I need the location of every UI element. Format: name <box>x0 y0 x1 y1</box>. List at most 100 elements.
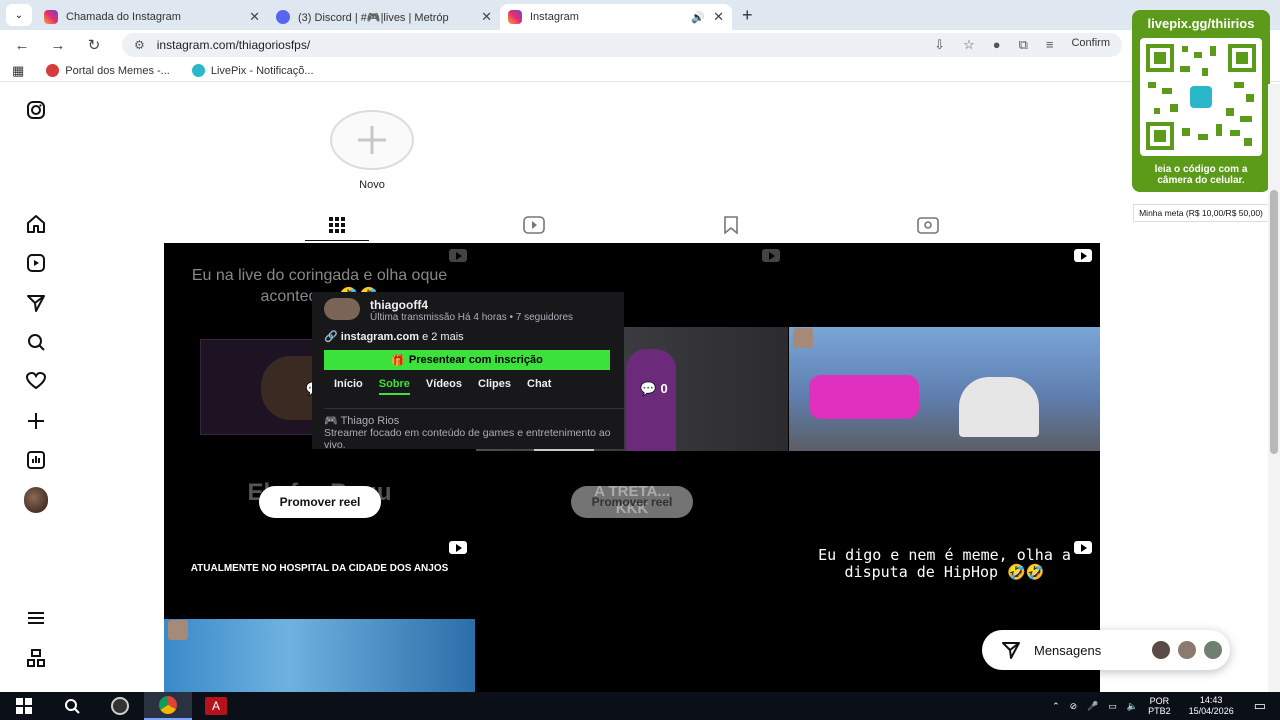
channel-nav-videos[interactable]: Vídeos <box>426 378 462 395</box>
instagram-sidebar <box>0 84 72 692</box>
promote-reel-button[interactable]: Promover reel <box>259 486 381 518</box>
reel-type-icon <box>1074 249 1092 262</box>
site-info-icon[interactable]: ⚙ <box>134 38 145 52</box>
input-language[interactable]: POR PTB2 <box>1148 696 1171 716</box>
scrollbar-thumb[interactable] <box>1270 190 1278 454</box>
channel-nav-sobre[interactable]: Sobre <box>378 378 410 395</box>
app-red-icon[interactable]: A <box>192 692 240 720</box>
tab-title: Chamada do Instagram <box>66 11 181 23</box>
livepix-qr-overlay: livepix.gg/thiirios leia o código com a … <box>1132 10 1270 192</box>
saved-tab-icon[interactable] <box>722 216 740 239</box>
clock[interactable]: 14:43 15/04/2026 <box>1189 695 1234 717</box>
channel-nav-chat[interactable]: Chat <box>527 378 551 395</box>
link-text: instagram.com <box>340 331 420 343</box>
tab-search-button[interactable]: ⌄ <box>6 4 32 26</box>
bookmark-star-icon[interactable]: ☆ <box>963 37 975 53</box>
extension-color-icon[interactable]: ● <box>993 37 1001 53</box>
reload-icon[interactable]: ↻ <box>76 36 112 54</box>
bookmark-item[interactable]: Portal dos Memes -... <box>46 64 170 77</box>
apps-grid-icon[interactable]: ▦ <box>12 63 24 79</box>
address-bar-row: ← → ↻ ⚙ instagram.com/thiagoriosfps/ ⇩ ☆… <box>0 30 1280 60</box>
network-icon[interactable]: ⊘ <box>1070 701 1078 712</box>
instagram-favicon-icon <box>44 10 58 24</box>
reading-list-icon[interactable]: ≡ <box>1046 37 1054 53</box>
message-avatar <box>1202 639 1224 661</box>
portal-favicon-icon <box>46 64 60 77</box>
tagged-tab-icon[interactable] <box>917 216 939 239</box>
reel-post[interactable] <box>789 243 1100 534</box>
tray-chevron-icon[interactable]: ⌃ <box>1052 701 1060 712</box>
instagram-favicon-icon <box>508 10 522 24</box>
search-icon[interactable] <box>48 692 96 720</box>
browser-tab-strip: ⌄ Chamada do Instagram ✕ (3) Discord | #… <box>0 0 1280 30</box>
profile-tabs <box>164 208 1100 242</box>
url-bar[interactable]: ⚙ instagram.com/thiagoriosfps/ ⇩ ☆ ● ⧉ ≡… <box>122 33 1122 57</box>
extensions-icon[interactable]: ⧉ <box>1019 37 1028 53</box>
channel-nav-inicio[interactable]: Início <box>334 378 363 395</box>
profile-avatar[interactable] <box>24 487 48 513</box>
message-avatar <box>1150 639 1172 661</box>
comment-icon: 💬 <box>640 381 657 396</box>
url-text: instagram.com/thiagoriosfps/ <box>156 38 311 52</box>
link-icon: 🔗 <box>324 331 338 343</box>
tab-title: (3) Discord | #🎮|lives | Metróp <box>298 11 449 24</box>
more-apps-icon[interactable] <box>24 646 48 670</box>
tab-instagram[interactable]: Instagram 🔊 ✕ <box>500 4 732 30</box>
tab-discord[interactable]: (3) Discord | #🎮|lives | Metróp ✕ <box>268 4 500 30</box>
add-highlight-icon <box>330 110 414 170</box>
promote-reel-button[interactable]: Promover reel <box>571 486 693 518</box>
volume-icon[interactable]: 🔈 <box>1127 701 1138 712</box>
twitch-channel-card[interactable]: thiagooff4 Última transmissão Há 4 horas… <box>312 292 624 451</box>
profile-button[interactable]: Confirm <box>1071 37 1110 53</box>
gift-sub-button[interactable]: 🎁 Presentear com inscrição <box>324 350 610 370</box>
messages-button[interactable]: Mensagens <box>982 630 1230 670</box>
chrome-app-icon[interactable] <box>144 692 192 720</box>
dashboard-icon[interactable] <box>24 448 48 472</box>
message-avatar <box>1176 639 1198 661</box>
notifications-heart-icon[interactable] <box>24 369 48 393</box>
microphone-icon[interactable]: 🎤 <box>1087 701 1098 712</box>
channel-nav: Início Sobre Vídeos Clipes Chat <box>334 378 551 395</box>
messages-label: Mensagens <box>1034 642 1102 658</box>
channel-nav-clipes[interactable]: Clipes <box>478 378 511 395</box>
new-highlight[interactable]: Novo <box>330 110 414 191</box>
obs-app-icon[interactable] <box>96 692 144 720</box>
reels-tab-icon[interactable] <box>523 216 545 239</box>
reels-icon[interactable] <box>24 251 48 275</box>
create-plus-icon[interactable] <box>24 409 48 433</box>
install-app-icon[interactable]: ⇩ <box>934 37 945 53</box>
direct-send-icon[interactable] <box>24 291 48 315</box>
home-icon[interactable] <box>24 212 48 236</box>
livepix-goal: Minha meta (R$ 10,00/R$ 50,00) <box>1133 204 1269 222</box>
system-tray: ⌃ ⊘ 🎤 ▭ 🔈 POR PTB2 14:43 15/04/2026 ▭ <box>1052 695 1280 717</box>
streamer-overlay-avatar <box>168 620 188 640</box>
reel-post[interactable]: ATUALMENTE NO HOSPITAL DA CIDADE DOS ANJ… <box>164 535 475 692</box>
close-tab-icon[interactable]: ✕ <box>481 9 492 25</box>
reel-type-icon <box>449 541 467 554</box>
reel-thumbnail <box>789 327 1100 451</box>
new-tab-button[interactable]: + <box>742 5 753 30</box>
about-name: Thiago Rios <box>340 415 400 427</box>
channel-link[interactable]: 🔗 instagram.com e 2 mais <box>324 330 464 343</box>
about-title: 🎮 Thiago Rios <box>324 414 399 427</box>
menu-hamburger-icon[interactable] <box>24 606 48 630</box>
instagram-logo-icon[interactable] <box>24 98 48 122</box>
notification-center-icon[interactable]: ▭ <box>1254 698 1266 714</box>
link-more: e 2 mais <box>422 331 464 343</box>
wifi-icon[interactable]: ▭ <box>1108 701 1117 712</box>
livepix-instructions: leia o código com a câmera do celular. <box>1154 164 1248 186</box>
back-icon[interactable]: ← <box>4 37 40 54</box>
tab-chamada[interactable]: Chamada do Instagram ✕ <box>36 4 268 30</box>
gamepad-icon: 🎮 <box>324 415 338 427</box>
speaker-icon[interactable]: 🔊 <box>691 11 705 24</box>
about-desc: Streamer focado em conteúdo de games e e… <box>324 427 611 451</box>
posts-grid-tab-icon[interactable] <box>328 216 346 239</box>
search-icon[interactable] <box>24 330 48 354</box>
close-tab-icon[interactable]: ✕ <box>713 9 724 25</box>
close-tab-icon[interactable]: ✕ <box>249 9 260 25</box>
streamer-overlay-avatar <box>793 328 813 348</box>
bookmark-item[interactable]: LivePix - Notificaçõ... <box>191 64 314 77</box>
tab-title: Instagram <box>530 11 579 23</box>
windows-start-icon[interactable] <box>0 692 48 720</box>
forward-icon[interactable]: → <box>40 37 76 54</box>
